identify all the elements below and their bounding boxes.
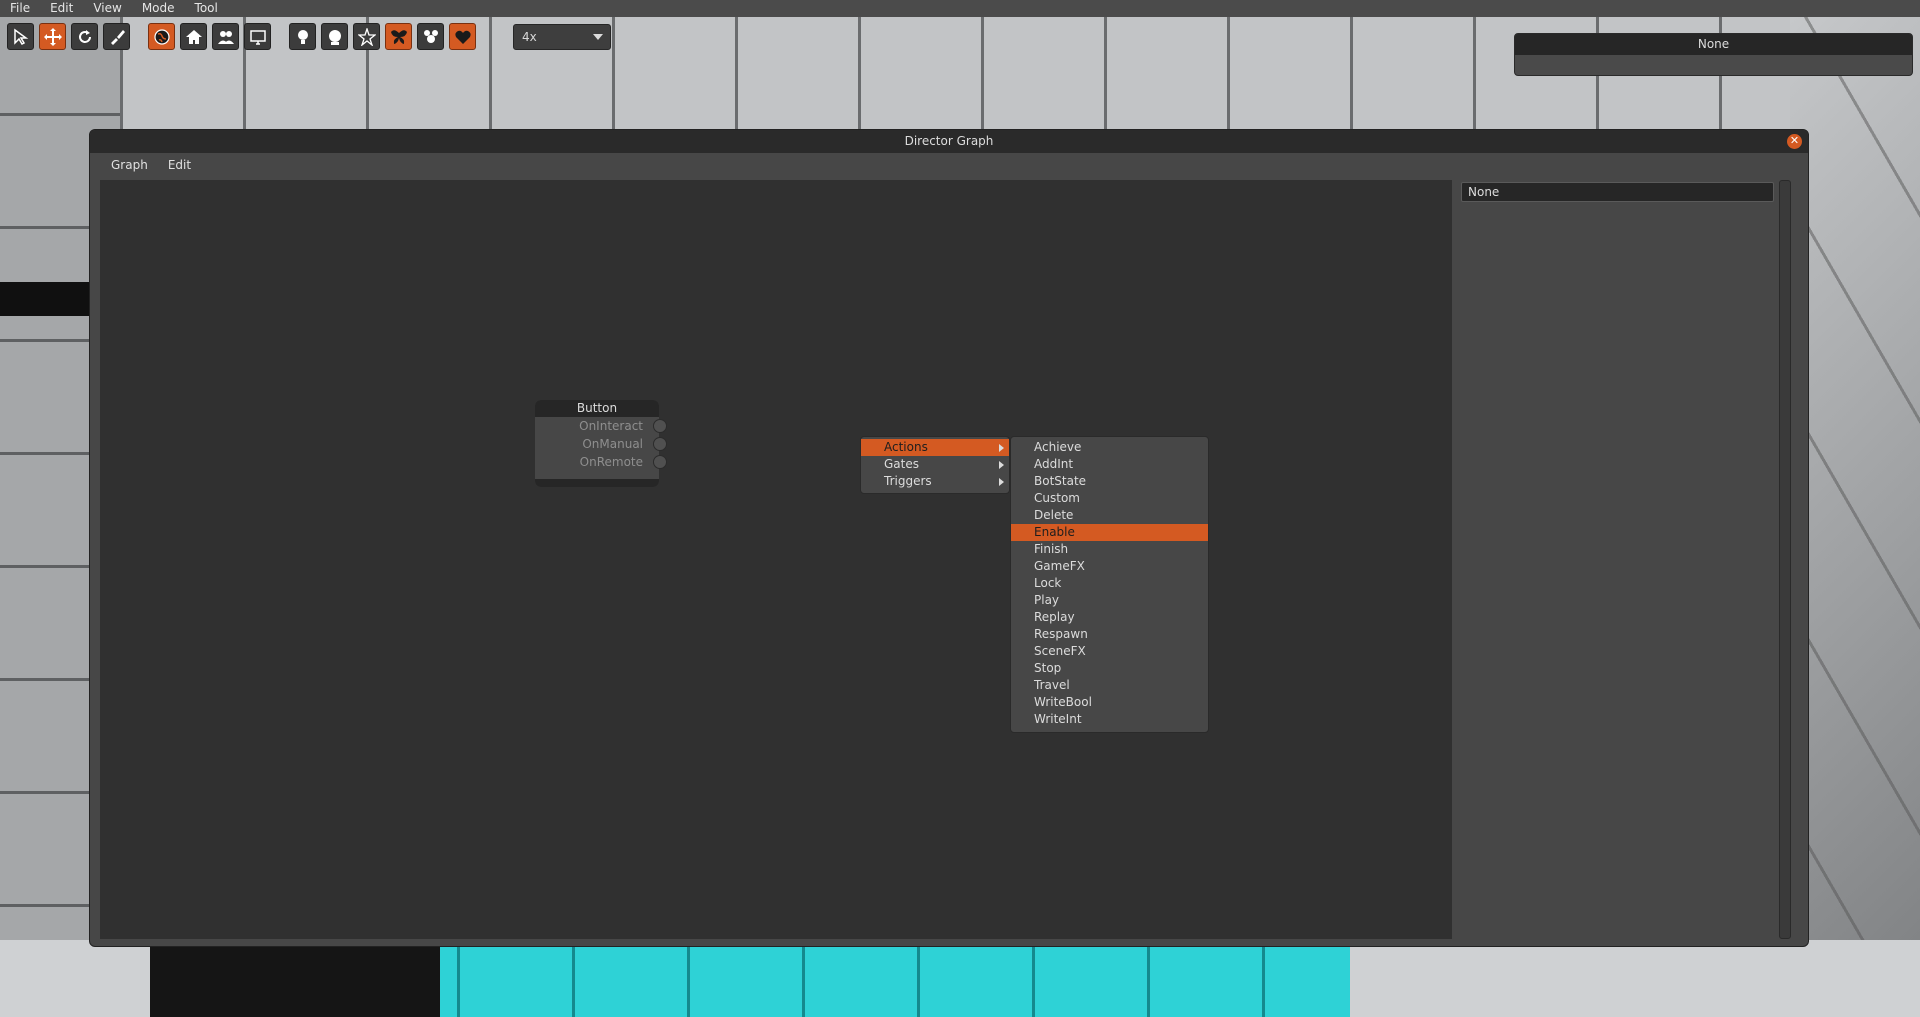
menu-tool[interactable]: Tool (185, 0, 228, 17)
rotate-icon (78, 29, 91, 43)
menu-item-enable[interactable]: Enable (1011, 524, 1208, 541)
sphere-lamp-icon (328, 29, 341, 45)
world-mode-button[interactable] (148, 23, 175, 50)
window-menubar: Graph Edit (90, 153, 1808, 176)
button-node[interactable]: Button OnInteract OnManual OnRemote (535, 400, 667, 487)
heart-button[interactable] (449, 23, 476, 50)
menu-file[interactable]: File (0, 0, 40, 17)
window-title: Director Graph (904, 134, 994, 148)
star-button[interactable] (353, 23, 380, 50)
node-port-onremote: OnRemote (535, 453, 667, 471)
menu-item-play[interactable]: Play (1011, 592, 1208, 609)
menu-item-achieve[interactable]: Achieve (1011, 439, 1208, 456)
selection-panel: None (1514, 33, 1913, 76)
node-port-onmanual: OnManual (535, 435, 667, 453)
select-tool-button[interactable] (7, 23, 34, 50)
menu-item-stop[interactable]: Stop (1011, 660, 1208, 677)
heart-icon (454, 30, 471, 44)
menu-view[interactable]: View (83, 0, 131, 17)
actions-submenu: Achieve AddInt BotState Custom Delete En… (1010, 436, 1209, 733)
close-icon[interactable]: ✕ (1787, 134, 1802, 149)
category-context-menu: Actions Gates Triggers (860, 436, 1010, 494)
output-socket[interactable] (653, 437, 667, 451)
properties-field[interactable]: None (1461, 182, 1774, 202)
sphere-button[interactable] (321, 23, 348, 50)
zoom-select[interactable]: 4x (513, 24, 611, 50)
menu-item-actions[interactable]: Actions (861, 439, 1009, 456)
users-mode-button[interactable] (212, 23, 239, 50)
node-footer (535, 479, 659, 487)
menu-item-botstate[interactable]: BotState (1011, 473, 1208, 490)
window-menu-graph[interactable]: Graph (90, 158, 158, 172)
zoom-value: 4x (522, 30, 537, 44)
output-socket[interactable] (653, 455, 667, 469)
director-graph-window: Director Graph ✕ Graph Edit Button OnInt… (89, 129, 1809, 947)
rotate-tool-button[interactable] (71, 23, 98, 50)
properties-sidebar: None (1461, 180, 1791, 939)
menu-item-finish[interactable]: Finish (1011, 541, 1208, 558)
sidebar-scrollbar[interactable] (1779, 180, 1791, 939)
users-icon (217, 30, 234, 44)
right-wall (1790, 0, 1920, 1017)
editor-toolbar (7, 23, 481, 51)
home-mode-button[interactable] (180, 23, 207, 50)
character-shadow (150, 945, 440, 1017)
light-button[interactable] (289, 23, 316, 50)
character-icon (423, 29, 438, 43)
chevron-right-icon (999, 478, 1004, 486)
wall-beam (0, 282, 92, 316)
butterfly-button[interactable] (385, 23, 412, 50)
butterfly-icon (390, 29, 407, 44)
house-icon (185, 29, 202, 44)
menu-item-gates[interactable]: Gates (861, 456, 1009, 473)
chevron-down-icon (593, 34, 603, 40)
chevron-right-icon (999, 444, 1004, 452)
menu-item-gamefx[interactable]: GameFX (1011, 558, 1208, 575)
menu-item-addint[interactable]: AddInt (1011, 456, 1208, 473)
chevron-right-icon (999, 461, 1004, 469)
star-icon (357, 27, 376, 46)
node-title: Button (535, 400, 659, 417)
main-menubar: File Edit View Mode Tool (0, 0, 1920, 17)
menu-item-triggers[interactable]: Triggers (861, 473, 1009, 490)
menu-item-custom[interactable]: Custom (1011, 490, 1208, 507)
selection-panel-title: None (1515, 34, 1912, 55)
light-bulb-icon (297, 29, 308, 44)
monitor-mode-button[interactable] (244, 23, 271, 50)
window-title-bar[interactable]: Director Graph ✕ (90, 130, 1808, 153)
character-button[interactable] (417, 23, 444, 50)
select-arrow-icon (13, 28, 28, 45)
node-port-oninteract: OnInteract (535, 417, 667, 435)
menu-item-writeint[interactable]: WriteInt (1011, 711, 1208, 728)
output-socket[interactable] (653, 419, 667, 433)
menu-mode[interactable]: Mode (132, 0, 185, 17)
menu-item-writebool[interactable]: WriteBool (1011, 694, 1208, 711)
globe-icon (153, 28, 170, 45)
menu-item-replay[interactable]: Replay (1011, 609, 1208, 626)
monitor-icon (249, 29, 266, 45)
paint-tool-button[interactable] (103, 23, 130, 50)
menu-item-delete[interactable]: Delete (1011, 507, 1208, 524)
window-menu-edit[interactable]: Edit (158, 158, 201, 172)
menu-edit[interactable]: Edit (40, 0, 83, 17)
graph-canvas[interactable]: Button OnInteract OnManual OnRemote (100, 180, 1452, 939)
menu-item-travel[interactable]: Travel (1011, 677, 1208, 694)
menu-item-lock[interactable]: Lock (1011, 575, 1208, 592)
menu-item-scenefx[interactable]: SceneFX (1011, 643, 1208, 660)
move-arrows-icon (43, 27, 62, 46)
paint-brush-icon (110, 29, 125, 45)
move-tool-button[interactable] (39, 23, 66, 50)
menu-item-respawn[interactable]: Respawn (1011, 626, 1208, 643)
